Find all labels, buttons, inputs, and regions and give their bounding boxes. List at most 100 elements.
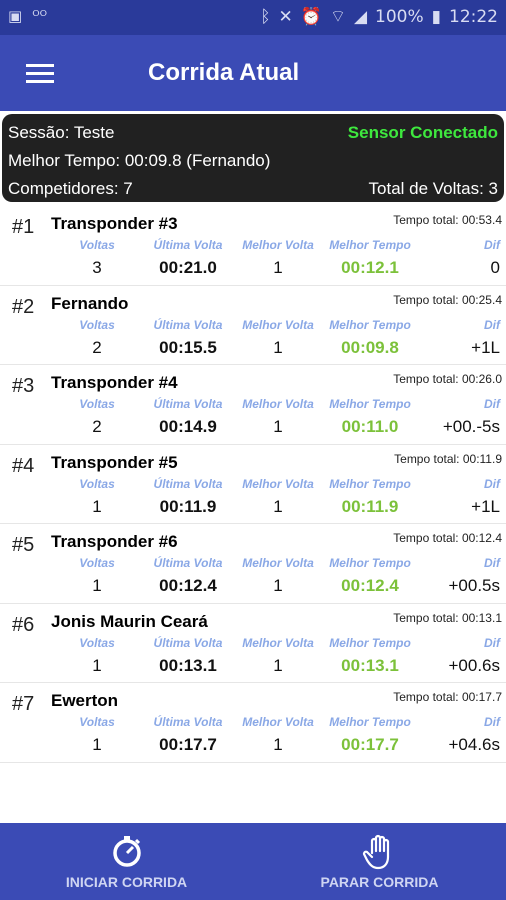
competitor-row[interactable]: #6 Jonis Maurin Ceará Tempo total: 00:13.1…: [0, 604, 506, 683]
diff-value: +00.-5s: [442, 417, 500, 436]
competitor-row[interactable]: #7 Ewerton Tempo total: 00:17.7 Voltas Últim…: [0, 683, 506, 763]
header-melhor-volta: Melhor Volta: [242, 715, 314, 729]
signal-icon: ◢: [353, 6, 368, 27]
diff-value: +1L: [471, 337, 500, 357]
header-melhor-volta: Melhor Volta: [242, 317, 314, 332]
header-voltas: Voltas: [79, 317, 115, 332]
header-melhor-tempo: Melhor Tempo: [329, 397, 411, 411]
header-dif: Dif: [484, 238, 500, 252]
competitor-name: Transponder #6: [51, 532, 178, 551]
header-voltas: Voltas: [79, 556, 115, 570]
header-melhor-volta: Melhor Volta: [242, 476, 314, 491]
total-time: Tempo total: 00:17.7: [393, 690, 502, 704]
total-time: Tempo total: 00:11.9: [394, 451, 502, 466]
header-melhor-tempo: Melhor Tempo: [329, 476, 411, 491]
total-time: Tempo total: 00:12.4: [393, 531, 502, 545]
laps-value: 1: [92, 735, 102, 754]
status-left-icons: ▣ ᴼᴼ: [8, 7, 47, 25]
alarm-icon: ⏰: [300, 6, 322, 27]
position: #2: [12, 295, 35, 318]
competitor-name: Transponder #4: [51, 373, 178, 392]
last-lap-value: 00:15.5: [159, 337, 217, 357]
best-lap-value: 1: [273, 417, 283, 436]
header-melhor-volta: Melhor Volta: [242, 635, 314, 650]
stop-race-button[interactable]: PARAR CORRIDA: [253, 823, 506, 900]
header-voltas: Voltas: [79, 397, 115, 411]
status-right: ᛒ ✕ ⏰ ⌔ ◢ 100% ▮ 12:22: [260, 6, 498, 28]
total-laps: Total de Voltas: 3: [368, 179, 498, 198]
bluetooth-icon: ᛒ: [260, 6, 271, 27]
header-melhor-tempo: Melhor Tempo: [329, 238, 411, 252]
last-lap-value: 00:21.0: [159, 258, 217, 277]
header-melhor-tempo: Melhor Tempo: [329, 556, 411, 570]
laps-value: 3: [92, 258, 102, 277]
best-time-value: 00:12.4: [341, 576, 399, 595]
header-ultima-volta: Última Volta: [153, 556, 223, 570]
competitor-name: Transponder #3: [51, 214, 178, 233]
best-lap-value: 1: [273, 735, 283, 754]
wifi-icon: ⌔: [329, 7, 346, 27]
page-title: Corrida Atual: [148, 59, 300, 86]
header-voltas: Voltas: [79, 635, 115, 650]
competitor-row[interactable]: #4 Transponder #5 Tempo total: 00:11.9 Volt…: [0, 445, 506, 524]
total-time: Tempo total: 00:13.1: [393, 610, 502, 625]
best-lap-value: 1: [273, 496, 283, 516]
header-ultima-volta: Última Volta: [153, 476, 223, 491]
best-time-value: 00:13.1: [341, 655, 399, 675]
last-lap-value: 00:17.7: [159, 735, 217, 754]
menu-icon[interactable]: [26, 62, 54, 84]
header-ultima-volta: Última Volta: [153, 317, 223, 332]
position: #4: [12, 454, 35, 477]
image-icon: ▣: [8, 7, 23, 25]
laps-value: 1: [92, 655, 102, 675]
last-lap-value: 00:12.4: [159, 576, 217, 595]
competitor-row[interactable]: #5 Transponder #6 Tempo total: 00:12.4 Volt…: [0, 524, 506, 604]
best-lap-value: 1: [273, 337, 283, 357]
header-ultima-volta: Última Volta: [153, 635, 223, 650]
header-voltas: Voltas: [79, 476, 115, 491]
laps-value: 1: [92, 576, 102, 595]
last-lap-value: 00:14.9: [159, 417, 217, 436]
position: #6: [12, 613, 35, 636]
competitor-name: Fernando: [51, 293, 129, 313]
best-lap-value: 1: [273, 655, 283, 675]
header-voltas: Voltas: [79, 238, 115, 252]
competitor-name: Transponder #5: [51, 452, 178, 472]
position: #3: [12, 375, 35, 397]
header-melhor-volta: Melhor Volta: [242, 238, 314, 252]
best-time-value: 00:11.0: [341, 417, 399, 436]
total-time: Tempo total: 00:26.0: [393, 372, 502, 386]
competitor-row[interactable]: #3 Transponder #4 Tempo total: 00:26.0 Volt…: [0, 365, 506, 445]
last-lap-value: 00:11.9: [159, 496, 217, 516]
header-dif: Dif: [484, 556, 500, 570]
best-time-value: 00:12.1: [341, 258, 399, 277]
battery-percent: 100%: [375, 6, 424, 27]
header-dif: Dif: [484, 317, 500, 332]
last-lap-value: 00:13.1: [159, 655, 217, 675]
best-time-summary: Melhor Tempo: 00:09.8 (Fernando): [8, 151, 271, 170]
diff-value: 0: [490, 258, 500, 277]
header-melhor-volta: Melhor Volta: [242, 397, 314, 411]
header-dif: Dif: [484, 476, 500, 491]
session-name: Sessão: Teste: [8, 123, 115, 142]
competitor-row[interactable]: #2 Fernando Tempo total: 00:25.4 Voltas Últi…: [0, 286, 506, 365]
competitor-list: #1 Transponder #3 Tempo total: 00:53.4 Volt…: [0, 206, 506, 763]
header-ultima-volta: Última Volta: [153, 238, 223, 252]
start-race-label: INICIAR CORRIDA: [65, 874, 188, 890]
laps-value: 2: [92, 417, 102, 436]
competitor-row[interactable]: #1 Transponder #3 Tempo total: 00:53.4 Volt…: [0, 206, 506, 286]
start-race-button[interactable]: INICIAR CORRIDA: [0, 823, 253, 900]
header-ultima-volta: Última Volta: [153, 715, 223, 729]
laps-value: 2: [92, 337, 102, 357]
competitor-name: Ewerton: [51, 691, 119, 710]
position: #1: [12, 216, 35, 238]
header-melhor-volta: Melhor Volta: [242, 556, 314, 570]
header-dif: Dif: [484, 397, 500, 411]
position: #5: [12, 534, 35, 556]
header-dif: Dif: [484, 715, 500, 729]
mute-icon: ✕: [278, 6, 293, 27]
diff-value: +00.5s: [448, 576, 500, 595]
header-ultima-volta: Última Volta: [153, 397, 223, 411]
diff-value: +1L: [471, 496, 500, 516]
total-time: Tempo total: 00:53.4: [393, 213, 502, 227]
